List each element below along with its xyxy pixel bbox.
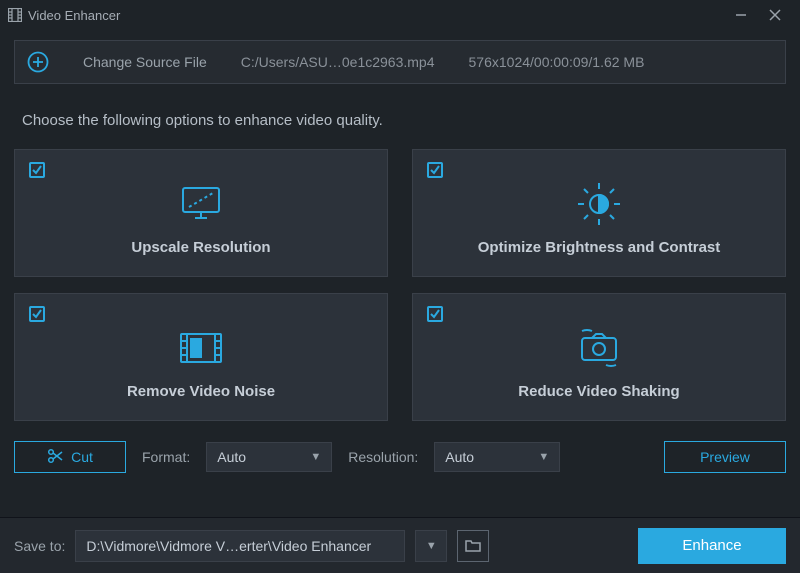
preview-label: Preview [700, 449, 750, 465]
card-noise[interactable]: Remove Video Noise [14, 293, 388, 421]
film-icon [177, 323, 225, 373]
card-title: Remove Video Noise [127, 383, 275, 400]
format-value: Auto [217, 449, 246, 465]
resolution-value: Auto [445, 449, 474, 465]
cut-button[interactable]: Cut [14, 441, 126, 473]
enhance-label: Enhance [682, 537, 741, 554]
format-label: Format: [142, 449, 190, 465]
change-source-button[interactable]: Change Source File [83, 54, 207, 70]
source-path: C:/Users/ASU…0e1c2963.mp4 [241, 54, 435, 70]
card-upscale[interactable]: Upscale Resolution [14, 149, 388, 277]
chevron-down-icon: ▼ [538, 451, 549, 463]
cut-label: Cut [71, 449, 93, 465]
card-title: Upscale Resolution [131, 239, 270, 256]
checkbox-noise[interactable] [29, 306, 45, 322]
save-path-value: D:\Vidmore\Vidmore V…erter\Video Enhance… [86, 538, 371, 554]
source-bar: Change Source File C:/Users/ASU…0e1c2963… [14, 40, 786, 84]
save-path-dropdown[interactable]: ▼ [415, 530, 447, 562]
checkbox-brightness[interactable] [427, 162, 443, 178]
monitor-icon [177, 179, 225, 229]
minimize-button[interactable] [724, 0, 758, 30]
card-title: Reduce Video Shaking [518, 383, 679, 400]
resolution-label: Resolution: [348, 449, 418, 465]
plus-circle-icon[interactable] [27, 51, 49, 73]
scissors-icon [47, 448, 63, 467]
enhance-button[interactable]: Enhance [638, 528, 786, 564]
close-button[interactable] [758, 0, 792, 30]
camera-icon [574, 323, 624, 373]
resolution-select[interactable]: Auto ▼ [434, 442, 560, 472]
chevron-down-icon: ▼ [310, 451, 321, 463]
source-meta: 576x1024/00:00:09/1.62 MB [469, 54, 645, 70]
window-title: Video Enhancer [28, 8, 120, 23]
open-folder-button[interactable] [457, 530, 489, 562]
sun-icon [575, 179, 623, 229]
preview-button[interactable]: Preview [664, 441, 786, 473]
format-select[interactable]: Auto ▼ [206, 442, 332, 472]
chevron-down-icon: ▼ [426, 540, 437, 552]
card-shake[interactable]: Reduce Video Shaking [412, 293, 786, 421]
checkbox-shake[interactable] [427, 306, 443, 322]
card-title: Optimize Brightness and Contrast [478, 239, 721, 256]
instruction-text: Choose the following options to enhance … [22, 112, 778, 129]
save-path-input[interactable]: D:\Vidmore\Vidmore V…erter\Video Enhance… [75, 530, 405, 562]
checkbox-upscale[interactable] [29, 162, 45, 178]
card-brightness[interactable]: Optimize Brightness and Contrast [412, 149, 786, 277]
save-to-label: Save to: [14, 538, 65, 554]
app-icon [8, 8, 22, 22]
